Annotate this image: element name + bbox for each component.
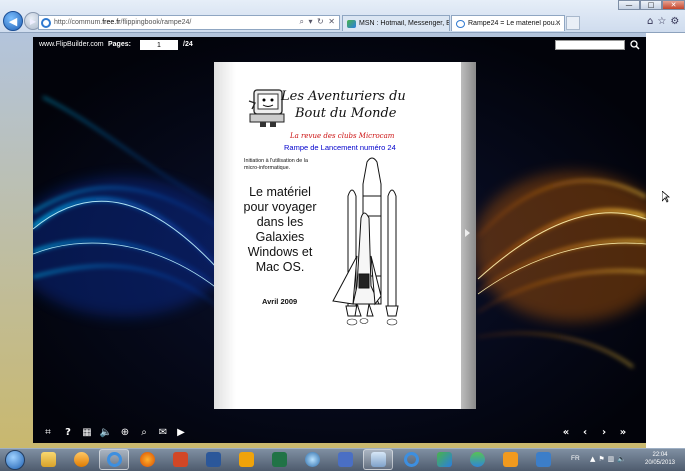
taskbar-firefox[interactable] [132, 449, 162, 470]
zoom-in-icon[interactable]: ⊕ [118, 425, 132, 439]
page-shadow [214, 62, 236, 409]
language-indicator[interactable]: FR [571, 455, 580, 462]
issue-date: Avril 2009 [262, 297, 298, 306]
powerpoint-icon [172, 452, 188, 467]
media-player-icon [73, 452, 89, 467]
clock-date: 20/05/2013 [644, 460, 676, 466]
flag-icon[interactable]: ⚑ [598, 455, 604, 463]
app-orange-icon [502, 452, 518, 467]
ie-icon [456, 19, 465, 28]
search-icon[interactable]: ⌕ [137, 425, 151, 439]
volume-icon[interactable]: 🔈 [617, 455, 626, 463]
page-number-input[interactable] [140, 40, 178, 50]
next-page-arrow-icon[interactable] [465, 229, 470, 237]
maximize-button[interactable]: □ [640, 0, 662, 10]
show-hidden-icons-icon[interactable]: ▲ [590, 455, 595, 463]
word-icon [205, 452, 221, 467]
issue-number: Rampe de Lancement numéro 24 [284, 143, 396, 152]
email-icon[interactable]: ✉ [156, 425, 170, 439]
favorites-star-icon[interactable]: ☆ [657, 16, 666, 27]
taskbar-excel[interactable] [264, 449, 294, 470]
taskbar-msn[interactable] [429, 449, 459, 470]
thumbnails-icon[interactable]: ▦ [80, 425, 94, 439]
messenger-icon [469, 452, 485, 467]
minimize-button[interactable]: — [618, 0, 640, 10]
excel-icon [271, 452, 287, 467]
previous-page-icon[interactable]: ‹ [578, 425, 592, 439]
tools-gear-icon[interactable]: ⚙ [670, 16, 679, 27]
url-text: http://commum.free.fr/flippingbook/rampe… [54, 19, 192, 26]
first-page-icon[interactable]: « [559, 425, 573, 439]
ie-icon [106, 452, 122, 467]
clock[interactable]: 22:04 20/05/2013 [640, 451, 680, 467]
start-button[interactable] [1, 448, 29, 471]
clock-time: 22:04 [652, 452, 668, 458]
app-blue-icon [535, 452, 551, 467]
folder-icon [40, 452, 56, 467]
taskbar-explorer[interactable] [33, 449, 63, 470]
search-input[interactable] [555, 40, 625, 50]
space-shuttle-illustration [332, 157, 399, 326]
home-icon[interactable]: ⌂ [647, 16, 653, 27]
taskbar-outlook[interactable] [231, 449, 261, 470]
initiation-text: Initiation à l'utilisation de la micro-i… [244, 158, 308, 171]
flipbook-bottom-toolbar: ⌗ ? ▦ 🔈 ⊕ ⌕ ✉ ▶ « ‹ › » [33, 421, 646, 443]
taskbar-powerpoint[interactable] [165, 449, 195, 470]
arrow-right-icon: ▶ [29, 16, 37, 26]
arrow-left-icon: ◀ [8, 14, 18, 28]
tab-close-button[interactable]: ✕ [555, 19, 561, 27]
taskbar-window-switcher[interactable] [363, 449, 393, 470]
autoplay-icon[interactable]: ▶ [174, 425, 188, 439]
fit-screen-icon[interactable]: ⌗ [41, 425, 55, 439]
tab-rampe24[interactable]: Rampe24 = Le materiel pou... ✕ [451, 15, 565, 31]
last-page-icon[interactable]: » [616, 425, 630, 439]
taskbar-media-player[interactable] [66, 449, 96, 470]
next-page-icon[interactable]: › [597, 425, 611, 439]
pages-label: Pages: [108, 41, 131, 48]
taskbar-messenger[interactable] [462, 449, 492, 470]
new-tab-button[interactable] [566, 16, 580, 30]
address-bar[interactable]: http://commum.free.fr/flippingbook/rampe… [38, 15, 340, 30]
taskbar-app-s[interactable] [330, 449, 360, 470]
taskbar-app-orange[interactable] [495, 449, 525, 470]
outlook-icon [238, 452, 254, 467]
system-tray: ▲ ⚑ ▥ 🔈 [590, 455, 626, 463]
page-title-line1: Les Aventuriers du [281, 89, 406, 104]
flipbook-topbar: www.FlipBuilder.com Pages: /24 [33, 37, 646, 55]
sound-icon[interactable]: 🔈 [99, 425, 113, 439]
help-icon[interactable]: ? [61, 425, 75, 439]
search-icon[interactable] [630, 40, 640, 50]
flipbuilder-brand[interactable]: www.FlipBuilder.com [39, 41, 104, 48]
taskbar-network[interactable] [297, 449, 327, 470]
tab-msn[interactable]: MSN : Hotmail, Messenger, Bi... [342, 15, 450, 31]
msn-butterfly-icon [436, 452, 452, 467]
taskbar-word[interactable] [198, 449, 228, 470]
page-title-line2: Bout du Monde [295, 106, 397, 121]
msn-icon [347, 19, 356, 28]
address-controls[interactable]: ⌕ ▾ ↻ ✕ [299, 17, 336, 27]
network-globe-icon [304, 452, 320, 467]
window-controls: — □ ✕ [618, 0, 685, 10]
computer-mascot-icon [248, 89, 285, 127]
main-title: Le matériel pour voyager dans les Galaxi… [243, 185, 317, 274]
taskbar-internet-explorer[interactable] [99, 449, 129, 470]
close-button[interactable]: ✕ [662, 0, 685, 10]
app-s-icon [337, 452, 353, 467]
right-margin [646, 33, 685, 448]
taskbar-ie-second[interactable] [396, 449, 426, 470]
page-subtitle: La revue des clubs Microcam [290, 132, 395, 140]
browser-icons: ⌂ ☆ ⚙ [647, 16, 679, 27]
firefox-icon [139, 452, 155, 467]
ie-icon [41, 17, 51, 28]
ie-icon [403, 452, 419, 467]
tab-label: Rampe24 = Le materiel pou... [468, 20, 561, 27]
windows-orb-icon [5, 449, 25, 470]
total-pages: /24 [183, 41, 193, 48]
taskbar-app-blue[interactable] [528, 449, 558, 470]
network-icon[interactable]: ▥ [608, 455, 615, 463]
back-button[interactable]: ◀ [3, 11, 23, 31]
windows-icon [370, 452, 386, 467]
tab-label: MSN : Hotmail, Messenger, Bi... [359, 20, 449, 27]
mouse-cursor-icon [662, 191, 670, 203]
